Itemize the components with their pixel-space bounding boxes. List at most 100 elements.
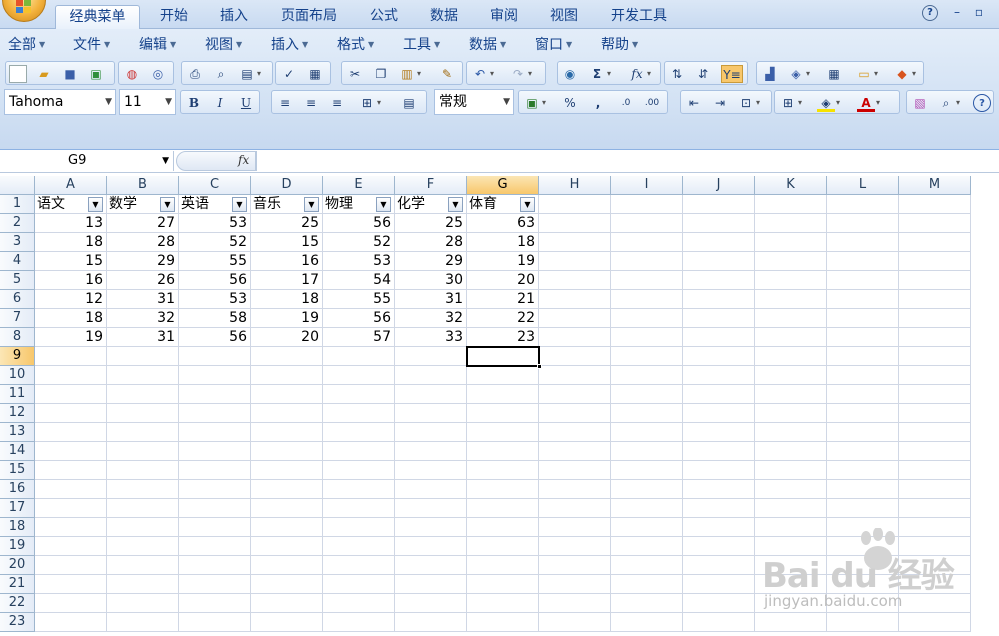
- row-header-14[interactable]: 14: [0, 442, 35, 461]
- research-icon[interactable]: ▦: [306, 65, 324, 83]
- cell-e9[interactable]: [323, 347, 395, 366]
- cell-e19[interactable]: [323, 537, 395, 556]
- cell-h21[interactable]: [539, 575, 611, 594]
- chart-icon[interactable]: ▟: [761, 65, 779, 83]
- cell-j14[interactable]: [683, 442, 755, 461]
- cell-b3[interactable]: 28: [107, 233, 179, 252]
- filter-dropdown-icon[interactable]: ▼: [376, 197, 391, 212]
- cell-d6[interactable]: 18: [251, 290, 323, 309]
- cell-c7[interactable]: 58: [179, 309, 251, 328]
- cell-l5[interactable]: [827, 271, 899, 290]
- cell-k21[interactable]: [755, 575, 827, 594]
- cell-i16[interactable]: [611, 480, 683, 499]
- cell-f17[interactable]: [395, 499, 467, 518]
- menu-window[interactable]: 窗口 ▼: [535, 35, 572, 55]
- column-header-c[interactable]: C: [179, 176, 251, 195]
- cell-d11[interactable]: [251, 385, 323, 404]
- filter-dropdown-icon[interactable]: ▼: [448, 197, 463, 212]
- font-color-icon[interactable]: A: [857, 94, 880, 112]
- cell-l20[interactable]: [827, 556, 899, 575]
- merge-center-icon[interactable]: ⊞: [358, 94, 381, 112]
- column-header-k[interactable]: K: [755, 176, 827, 195]
- cell-j1[interactable]: [683, 195, 755, 214]
- row-header-5[interactable]: 5: [0, 271, 35, 290]
- cell-j12[interactable]: [683, 404, 755, 423]
- row-header-6[interactable]: 6: [0, 290, 35, 309]
- cell-e17[interactable]: [323, 499, 395, 518]
- cell-f9[interactable]: [395, 347, 467, 366]
- decrease-indent-icon[interactable]: ⇤: [685, 94, 703, 112]
- cell-l17[interactable]: [827, 499, 899, 518]
- cell-a19[interactable]: [35, 537, 107, 556]
- cell-g21[interactable]: [467, 575, 539, 594]
- filter-dropdown-icon[interactable]: ▼: [520, 197, 535, 212]
- cell-h6[interactable]: [539, 290, 611, 309]
- cell-a1[interactable]: 语文 ▼: [35, 195, 107, 214]
- row-header-17[interactable]: 17: [0, 499, 35, 518]
- cell-i20[interactable]: [611, 556, 683, 575]
- cell-b21[interactable]: [107, 575, 179, 594]
- restore-icon[interactable]: ▫: [972, 5, 986, 21]
- cell-c9[interactable]: [179, 347, 251, 366]
- office-button[interactable]: [2, 0, 46, 22]
- filter-dropdown-icon[interactable]: ▼: [304, 197, 319, 212]
- cell-i3[interactable]: [611, 233, 683, 252]
- cell-m21[interactable]: [899, 575, 971, 594]
- cell-c21[interactable]: [179, 575, 251, 594]
- cell-m4[interactable]: [899, 252, 971, 271]
- menu-data[interactable]: 数据 ▼: [469, 35, 506, 55]
- name-box[interactable]: G9 ▼: [0, 151, 174, 171]
- cell-b10[interactable]: [107, 366, 179, 385]
- cell-k12[interactable]: [755, 404, 827, 423]
- cell-f6[interactable]: 31: [395, 290, 467, 309]
- open-icon[interactable]: ▰: [35, 65, 53, 83]
- cell-e18[interactable]: [323, 518, 395, 537]
- cell-g9[interactable]: [467, 347, 539, 366]
- cell-f15[interactable]: [395, 461, 467, 480]
- cell-m5[interactable]: [899, 271, 971, 290]
- cell-e6[interactable]: 55: [323, 290, 395, 309]
- cell-g2[interactable]: 63: [467, 214, 539, 233]
- cell-d9[interactable]: [251, 347, 323, 366]
- page-setup-icon[interactable]: ▤: [238, 65, 261, 83]
- cell-f3[interactable]: 28: [395, 233, 467, 252]
- cell-f10[interactable]: [395, 366, 467, 385]
- cell-f4[interactable]: 29: [395, 252, 467, 271]
- cell-d20[interactable]: [251, 556, 323, 575]
- cell-i10[interactable]: [611, 366, 683, 385]
- undo-icon[interactable]: ↶: [471, 65, 494, 83]
- cell-i18[interactable]: [611, 518, 683, 537]
- cell-f23[interactable]: [395, 613, 467, 632]
- row-header-20[interactable]: 20: [0, 556, 35, 575]
- cell-g20[interactable]: [467, 556, 539, 575]
- cell-c16[interactable]: [179, 480, 251, 499]
- cell-format-icon[interactable]: ⊡: [737, 94, 760, 112]
- cell-l11[interactable]: [827, 385, 899, 404]
- cell-a11[interactable]: [35, 385, 107, 404]
- cell-i7[interactable]: [611, 309, 683, 328]
- filter-icon[interactable]: Y≡: [721, 65, 743, 83]
- cell-g3[interactable]: 18: [467, 233, 539, 252]
- cell-b1[interactable]: 数学 ▼: [107, 195, 179, 214]
- format-painter-icon[interactable]: ✎: [438, 65, 456, 83]
- fill-color-icon[interactable]: ◈: [817, 94, 840, 112]
- menu-tools[interactable]: 工具 ▼: [403, 35, 440, 55]
- column-header-i[interactable]: I: [611, 176, 683, 195]
- tab-insert[interactable]: 插入: [208, 5, 260, 29]
- column-header-l[interactable]: L: [827, 176, 899, 195]
- cell-j19[interactable]: [683, 537, 755, 556]
- cell-a5[interactable]: 16: [35, 271, 107, 290]
- cell-c1[interactable]: 英语 ▼: [179, 195, 251, 214]
- select-all-corner[interactable]: [0, 176, 35, 195]
- cell-b11[interactable]: [107, 385, 179, 404]
- cell-a16[interactable]: [35, 480, 107, 499]
- cell-f7[interactable]: 32: [395, 309, 467, 328]
- cell-j15[interactable]: [683, 461, 755, 480]
- cell-h23[interactable]: [539, 613, 611, 632]
- column-header-m[interactable]: M: [899, 176, 971, 195]
- cell-d18[interactable]: [251, 518, 323, 537]
- font-name-select[interactable]: Tahoma ▼: [4, 89, 116, 115]
- cell-j7[interactable]: [683, 309, 755, 328]
- tab-classic-menu[interactable]: 经典菜单: [55, 5, 140, 29]
- cell-k7[interactable]: [755, 309, 827, 328]
